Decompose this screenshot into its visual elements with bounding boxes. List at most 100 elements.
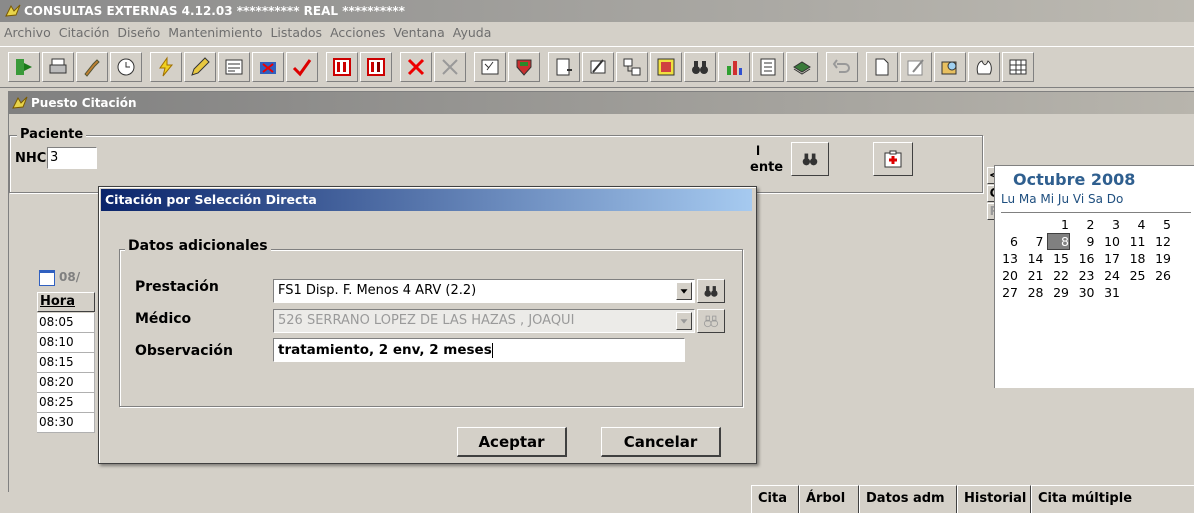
check-icon[interactable] [286, 52, 318, 82]
calendar-small-icon [39, 269, 55, 286]
search-folder-icon[interactable] [934, 52, 966, 82]
hour-row[interactable]: 08:20 [37, 373, 95, 393]
calendar-red-icon[interactable] [326, 52, 358, 82]
cancelar-button[interactable]: Cancelar [601, 427, 721, 457]
calendar-day[interactable]: 14 [1023, 251, 1044, 266]
menu-citacion[interactable]: Citación [55, 22, 114, 44]
puesto-title: Puesto Citación [31, 96, 137, 110]
date-tab[interactable]: 08/ [37, 267, 107, 287]
print-icon[interactable] [42, 52, 74, 82]
edit-icon[interactable] [582, 52, 614, 82]
tools-icon[interactable] [76, 52, 108, 82]
chevron-down-icon[interactable] [676, 312, 692, 330]
lightning-icon[interactable] [150, 52, 182, 82]
medico-search-button[interactable] [697, 309, 725, 333]
menu-mantenimiento[interactable]: Mantenimiento [164, 22, 266, 44]
menu-diseno[interactable]: Diseño [113, 22, 164, 44]
menu-ventana[interactable]: Ventana [389, 22, 448, 44]
calendar-day[interactable]: 25 [1125, 268, 1146, 283]
calendar-day[interactable]: 6 [997, 234, 1018, 249]
hora-column-header[interactable]: Hora [37, 292, 95, 312]
calendar-day[interactable]: 24 [1099, 268, 1120, 283]
calendar-day[interactable]: 21 [1023, 268, 1044, 283]
chart-icon[interactable] [718, 52, 750, 82]
shield-icon[interactable] [508, 52, 540, 82]
binoculars-icon[interactable] [684, 52, 716, 82]
calendar-day[interactable]: 2 [1074, 217, 1095, 232]
new-document-icon[interactable] [866, 52, 898, 82]
calendar-day[interactable]: 12 [1150, 234, 1171, 249]
calendar-day[interactable]: 22 [1048, 268, 1069, 283]
medico-select[interactable]: 526 SERRANO LOPEZ DE LAS HAZAS , JOAQUI [273, 309, 695, 333]
menu-archivo[interactable]: Archivo [0, 22, 55, 44]
delete-icon[interactable] [400, 52, 432, 82]
calendar-day[interactable]: 28 [1023, 285, 1044, 300]
image-icon[interactable] [650, 52, 682, 82]
form-icon[interactable] [218, 52, 250, 82]
nhc-label: NHC [15, 151, 47, 166]
tab-cita[interactable]: Cita [751, 485, 799, 513]
grid-icon[interactable] [1002, 52, 1034, 82]
calendar-day[interactable]: 16 [1074, 251, 1095, 266]
calendar-day[interactable]: 10 [1099, 234, 1120, 249]
hour-row[interactable]: 08:15 [37, 353, 95, 373]
calendar-day[interactable]: 31 [1099, 285, 1120, 300]
document-arrow-icon[interactable] [548, 52, 580, 82]
network-icon[interactable] [616, 52, 648, 82]
calendar-day[interactable]: 30 [1074, 285, 1095, 300]
patient-search-button[interactable] [791, 142, 829, 176]
calendar-red-2-icon[interactable] [360, 52, 392, 82]
calendar-day[interactable]: 18 [1125, 251, 1146, 266]
aceptar-button[interactable]: Aceptar [457, 427, 567, 457]
calendar-day[interactable]: 11 [1125, 234, 1146, 249]
calendar-day[interactable]: 17 [1099, 251, 1120, 266]
report-icon[interactable] [900, 52, 932, 82]
observacion-input[interactable]: tratamiento, 2 env, 2 meses [273, 338, 685, 362]
medical-record-button[interactable] [873, 142, 913, 176]
binoculars-icon [704, 286, 718, 297]
clock-icon[interactable] [110, 52, 142, 82]
menu-listados[interactable]: Listados [266, 22, 326, 44]
hands-icon[interactable] [968, 52, 1000, 82]
book-icon[interactable] [786, 52, 818, 82]
calendar-weekday-header: Lu Ma Mi Ju Vi Sa Do [1001, 192, 1124, 206]
properties-icon[interactable] [474, 52, 506, 82]
tab-arbol[interactable]: Árbol [799, 485, 859, 513]
hour-row[interactable]: 08:10 [37, 333, 95, 353]
calendar-day[interactable]: 5 [1150, 217, 1171, 232]
calendar-day[interactable]: 20 [997, 268, 1018, 283]
calendar-day[interactable]: 26 [1150, 268, 1171, 283]
tab-datos-adm[interactable]: Datos adm [859, 485, 957, 513]
calendar-day[interactable]: 9 [1074, 234, 1095, 249]
list-icon[interactable] [752, 52, 784, 82]
calendar-day[interactable]: 3 [1099, 217, 1120, 232]
calendar-day[interactable]: 15 [1048, 251, 1069, 266]
calendar-day[interactable]: 19 [1150, 251, 1171, 266]
calendar-day[interactable]: 7 [1023, 234, 1044, 249]
delete-disabled-icon[interactable] [434, 52, 466, 82]
undo-icon[interactable] [826, 52, 858, 82]
prestacion-select[interactable]: FS1 Disp. F. Menos 4 ARV (2.2) [273, 279, 695, 303]
calendar-day[interactable]: 4 [1125, 217, 1146, 232]
menu-ayuda[interactable]: Ayuda [449, 22, 496, 44]
calendar-day[interactable]: 13 [997, 251, 1018, 266]
calendar-day[interactable]: 27 [997, 285, 1018, 300]
menu-acciones[interactable]: Acciones [326, 22, 389, 44]
prestacion-search-button[interactable] [697, 279, 725, 303]
tab-cita-multiple[interactable]: Cita múltiple [1031, 485, 1194, 513]
calendar-day[interactable]: 29 [1048, 285, 1069, 300]
tab-historial[interactable]: Historial [957, 485, 1031, 513]
hour-row[interactable]: 08:25 [37, 393, 95, 413]
medico-label: Médico [135, 311, 192, 327]
hour-row[interactable]: 08:05 [37, 313, 95, 333]
hour-row[interactable]: 08:30 [37, 413, 95, 433]
chevron-down-icon[interactable] [676, 282, 692, 300]
nhc-input[interactable]: 3 [47, 147, 97, 169]
date-tab-label: 08/ [59, 270, 81, 284]
calendar-day[interactable]: 23 [1074, 268, 1095, 283]
calendar-day[interactable]: 8 [1047, 233, 1070, 250]
cancel-appointment-icon[interactable] [252, 52, 284, 82]
pencil-icon[interactable] [184, 52, 216, 82]
exit-icon[interactable] [8, 52, 40, 82]
calendar-day[interactable]: 1 [1048, 217, 1069, 232]
